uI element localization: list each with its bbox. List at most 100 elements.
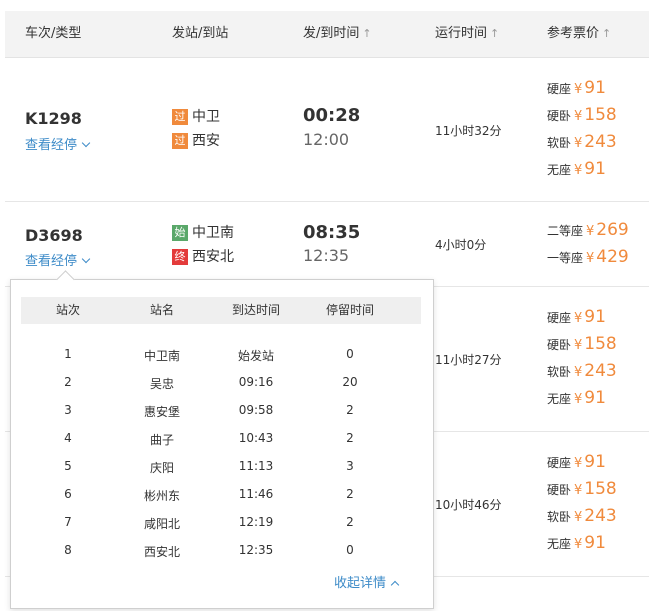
stop-station: 庆阳 xyxy=(149,461,175,475)
stop-arrival: 10:43 xyxy=(238,431,274,445)
currency-symbol: ¥ xyxy=(574,82,583,97)
collapse-details-link[interactable]: 收起详情 xyxy=(334,572,400,591)
price-item: 一等座 ¥429 xyxy=(547,247,629,267)
stop-arrival: 11:46 xyxy=(238,487,274,501)
seat-type: 软卧 xyxy=(547,365,572,379)
stop-stay: 20 xyxy=(342,375,358,389)
end-badge: 终 xyxy=(172,249,188,265)
to-station: 终西安北 xyxy=(172,246,234,266)
currency-symbol: ¥ xyxy=(574,311,583,326)
seat-type: 硬卧 xyxy=(547,483,572,497)
stops-col-stay: 停留时间 xyxy=(325,303,375,317)
stop-station: 吴忠 xyxy=(149,377,175,391)
stops-col-station: 站名 xyxy=(149,303,175,317)
train-number: K1298 xyxy=(25,109,82,128)
seat-type: 硬座 xyxy=(547,311,572,325)
sort-arrow-icon: ↑ xyxy=(490,27,500,40)
travel-duration: 10小时46分 xyxy=(435,498,502,512)
from-station-name: 中卫 xyxy=(192,109,220,125)
stop-arrival: 09:16 xyxy=(238,375,274,389)
currency-symbol: ¥ xyxy=(574,338,583,353)
travel-duration: 11小时32分 xyxy=(435,124,502,138)
sort-arrow-icon: ↑ xyxy=(362,27,372,40)
departure-time: 08:35 xyxy=(303,222,361,243)
arrival-time: 12:00 xyxy=(303,130,350,149)
stop-arrival: 12:19 xyxy=(238,515,274,529)
price-item: 无座 ¥91 xyxy=(547,388,606,408)
travel-duration: 4小时0分 xyxy=(435,238,487,252)
stop-station: 彬州东 xyxy=(143,489,181,503)
results-table-header: 车次/类型 发站/到站 发/到时间 ↑ 运行时间 ↑ 参考票价 ↑ xyxy=(5,11,649,58)
stop-station: 惠安堡 xyxy=(143,405,181,419)
from-station: 过中卫 xyxy=(172,106,220,126)
stop-seq: 1 xyxy=(64,347,72,361)
seat-type: 无座 xyxy=(547,392,572,406)
stop-stay: 0 xyxy=(346,347,354,361)
price-item: 软卧 ¥243 xyxy=(547,132,617,152)
price-item: 二等座 ¥269 xyxy=(547,220,629,240)
stop-stay: 0 xyxy=(346,543,354,557)
price-value: 91 xyxy=(584,78,606,98)
col-time-header[interactable]: 发/到时间 ↑ xyxy=(303,11,372,57)
price-value: 243 xyxy=(584,361,617,381)
pass-badge: 过 xyxy=(172,109,188,125)
collapse-details-label: 收起详情 xyxy=(334,576,387,591)
stop-stay: 2 xyxy=(346,487,354,501)
col-price-header[interactable]: 参考票价 ↑ xyxy=(547,11,611,57)
from-station: 始中卫南 xyxy=(172,222,234,242)
stop-arrival: 11:13 xyxy=(238,459,274,473)
price-value: 91 xyxy=(584,307,606,327)
to-station: 过西安 xyxy=(172,130,220,150)
departure-time: 00:28 xyxy=(303,105,361,126)
view-stops-label: 查看经停 xyxy=(25,254,78,269)
stop-arrival: 12:35 xyxy=(238,543,274,557)
stop-station: 曲子 xyxy=(149,433,175,447)
stop-arrival: 09:58 xyxy=(238,403,274,417)
price-value: 91 xyxy=(584,388,606,408)
train-row: D3698 查看经停 始中卫南 终西安北 08:35 12:35 4小时0分 二… xyxy=(5,202,649,287)
currency-symbol: ¥ xyxy=(574,483,583,498)
price-item: 无座 ¥91 xyxy=(547,533,606,553)
stops-col-seq: 站次 xyxy=(55,303,81,317)
col-duration-label: 运行时间 xyxy=(435,26,488,41)
currency-symbol: ¥ xyxy=(574,510,583,525)
stops-col-arrival: 到达时间 xyxy=(231,303,281,317)
currency-symbol: ¥ xyxy=(574,163,583,178)
price-item: 软卧 ¥243 xyxy=(547,506,617,526)
seat-type: 硬卧 xyxy=(547,338,572,352)
price-value: 158 xyxy=(584,334,617,354)
stop-seq: 3 xyxy=(64,403,72,417)
col-time-label: 发/到时间 xyxy=(303,26,360,41)
price-item: 硬卧 ¥158 xyxy=(547,105,617,125)
stop-stay: 2 xyxy=(346,403,354,417)
col-price-label: 参考票价 xyxy=(547,26,600,41)
to-station-name: 西安 xyxy=(192,133,220,149)
price-item: 硬座 ¥91 xyxy=(547,78,606,98)
stop-stay: 2 xyxy=(346,431,354,445)
currency-symbol: ¥ xyxy=(574,365,583,380)
travel-duration: 11小时27分 xyxy=(435,353,502,367)
seat-type: 硬卧 xyxy=(547,109,572,123)
stop-stay: 3 xyxy=(346,459,354,473)
start-badge: 始 xyxy=(172,225,188,241)
price-value: 243 xyxy=(584,132,617,152)
currency-symbol: ¥ xyxy=(586,224,595,239)
seat-type: 无座 xyxy=(547,163,572,177)
stop-seq: 4 xyxy=(64,431,72,445)
stop-seq: 2 xyxy=(64,375,72,389)
currency-symbol: ¥ xyxy=(574,537,583,552)
price-item: 硬卧 ¥158 xyxy=(547,479,617,499)
view-stops-link[interactable]: 查看经停 xyxy=(25,134,91,153)
stop-station: 西安北 xyxy=(143,545,181,559)
col-duration-header[interactable]: 运行时间 ↑ xyxy=(435,11,499,57)
price-item: 硬卧 ¥158 xyxy=(547,334,617,354)
chevron-down-icon xyxy=(81,254,91,264)
price-value: 91 xyxy=(584,159,606,179)
stop-arrival: 始发站 xyxy=(237,349,275,363)
currency-symbol: ¥ xyxy=(574,136,583,151)
to-station-name: 西安北 xyxy=(192,249,234,265)
chevron-down-icon xyxy=(81,138,91,148)
view-stops-link[interactable]: 查看经停 xyxy=(25,250,91,269)
stop-station: 中卫南 xyxy=(143,349,181,363)
train-number: D3698 xyxy=(25,226,83,245)
